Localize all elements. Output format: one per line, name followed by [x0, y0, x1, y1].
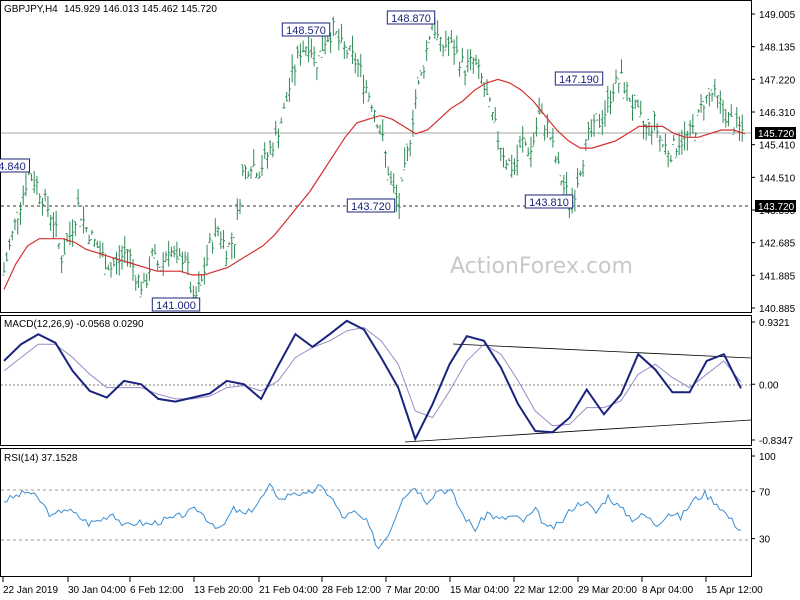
price-annotation-label: 148.570 [286, 25, 326, 37]
support-tag-label: 143.720 [758, 202, 795, 213]
price-axis-label: 148.135 [759, 43, 796, 54]
price-axis-label: 146.310 [759, 108, 796, 119]
time-axis-label: 22 Jan 2019 [3, 585, 58, 596]
rsi-axis-label: 100 [759, 452, 776, 463]
price-axis-label: 145.410 [759, 141, 796, 152]
time-axis: 22 Jan 2019 30 Jan 04:00 6 Feb 12:00 13 Feb… [2, 577, 763, 596]
macd-title: MACD(12,26,9) -0.0568 0.0290 [4, 319, 144, 330]
time-axis-label: 15 Apr 12:00 [706, 585, 763, 596]
price-pane [0, 0, 752, 313]
time-axis-label: 21 Feb 04:00 [259, 585, 318, 596]
rsi-axis: 100 70 30 [751, 452, 776, 546]
price-axis-label: 144.510 [759, 173, 796, 184]
time-axis-label: 29 Mar 20:00 [578, 585, 637, 596]
current-price-tag-label: 145.720 [758, 129, 795, 140]
price-annotation-label: 4.840 [0, 161, 26, 173]
symbol-header: GBPJPY,H4 [4, 4, 58, 15]
time-axis-label: 22 Mar 12:00 [514, 585, 573, 596]
price-annotation-label: 141.000 [156, 300, 196, 312]
price-annotation-label: 148.870 [391, 13, 431, 25]
time-axis-label: 13 Feb 20:00 [194, 585, 253, 596]
price-axis-label: 149.005 [759, 10, 796, 21]
price-axis-label: 140.885 [759, 304, 796, 315]
price-axis: 149.005 148.135 147.220 146.310 145.410 144.5… [751, 10, 796, 315]
macd-pane [0, 315, 752, 446]
rsi-axis-label: 30 [759, 535, 771, 546]
time-axis-label: 8 Apr 04:00 [642, 585, 694, 596]
rsi-pane [0, 448, 752, 577]
time-axis-label: 6 Feb 12:00 [130, 585, 184, 596]
time-axis-label: 15 Mar 04:00 [450, 585, 509, 596]
ohlc-header: 145.929 146.013 145.462 145.720 [64, 4, 217, 15]
price-annotation-label: 147.190 [559, 74, 599, 86]
price-annotation-label: 143.720 [351, 201, 391, 213]
macd-axis: 0.9321 0.00 -0.8347 [751, 318, 793, 447]
macd-axis-label: 0.9321 [759, 318, 790, 329]
time-axis-label: 30 Jan 04:00 [68, 585, 126, 596]
price-axis-label: 147.220 [759, 75, 796, 86]
time-axis-label: 28 Feb 12:00 [322, 585, 381, 596]
rsi-title: RSI(14) 37.1528 [4, 453, 78, 464]
time-axis-label: 7 Mar 20:00 [386, 585, 440, 596]
price-axis-label: 141.885 [759, 271, 796, 282]
macd-axis-label: 0.00 [759, 380, 779, 391]
macd-axis-label: -0.8347 [759, 436, 793, 447]
rsi-axis-label: 70 [759, 487, 771, 498]
price-axis-label: 142.685 [759, 239, 796, 250]
chart-window: 149.005 148.135 147.220 146.310 145.410 144.5… [0, 0, 796, 596]
price-annotation-label: 143.810 [529, 197, 569, 209]
watermark: ActionForex.com [450, 254, 633, 279]
